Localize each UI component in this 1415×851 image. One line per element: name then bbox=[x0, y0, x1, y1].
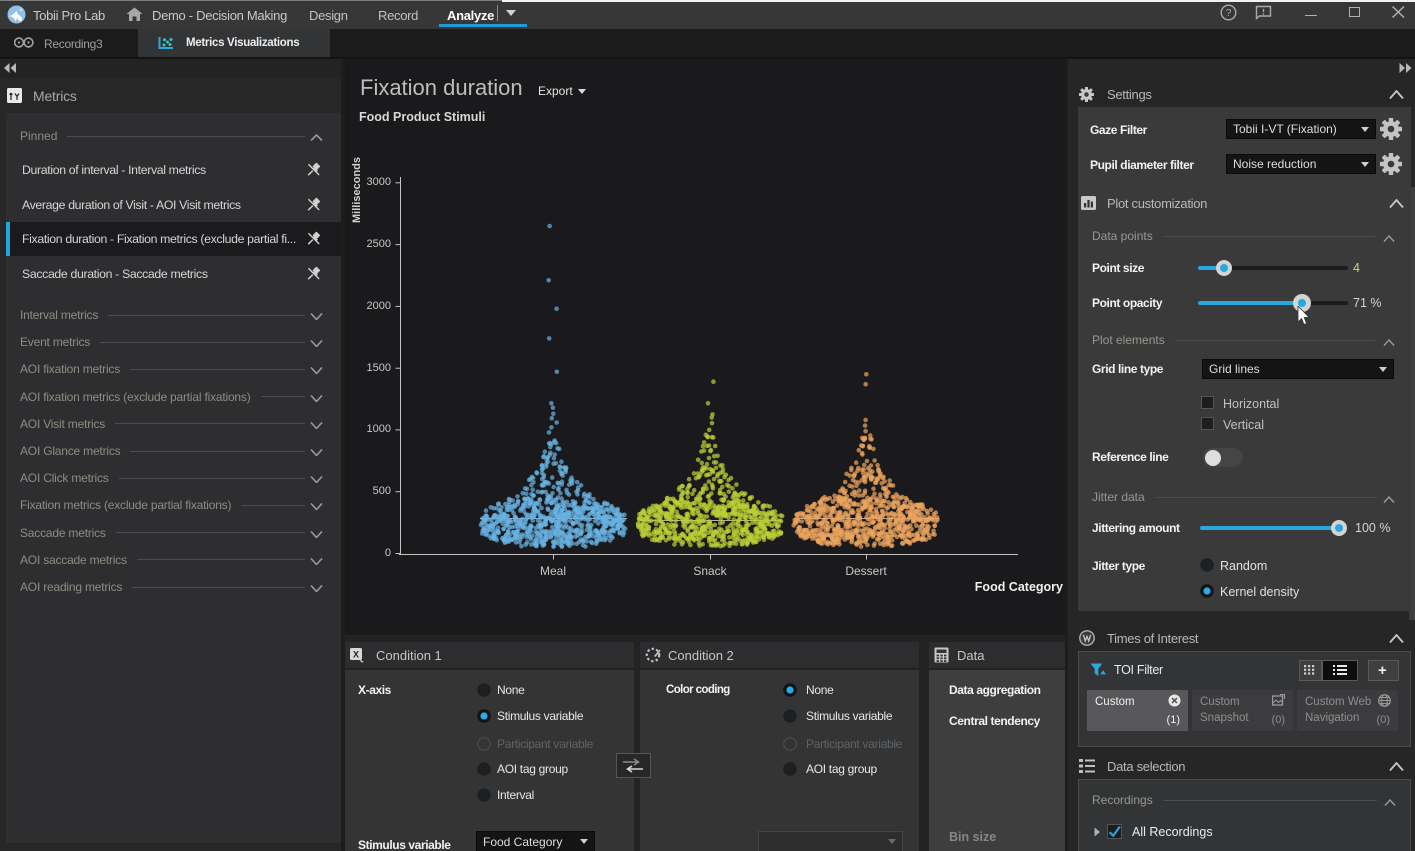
svg-text:X: X bbox=[353, 650, 359, 660]
svg-text:?: ? bbox=[1226, 7, 1232, 19]
